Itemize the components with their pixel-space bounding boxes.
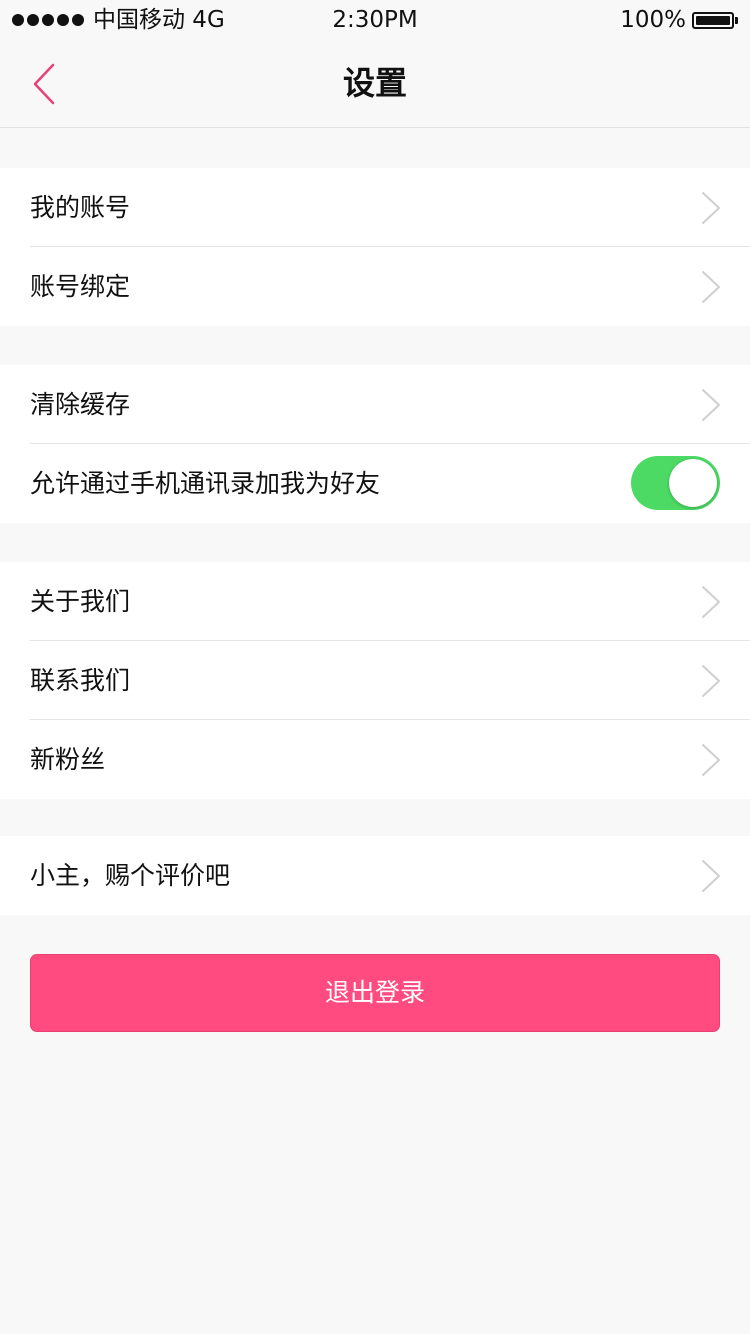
chevron-right-icon — [702, 389, 720, 421]
settings-group-rating: 小主，赐个评价吧 — [0, 836, 750, 915]
row-label: 清除缓存 — [30, 390, 131, 419]
settings-row-clear-cache[interactable]: 清除缓存 — [0, 365, 750, 444]
status-bar: 中国移动 4G 2:30PM 100% — [0, 0, 750, 40]
settings-row-about-us[interactable]: 关于我们 — [0, 562, 750, 641]
row-label: 允许通过手机通讯录加我为好友 — [30, 469, 381, 498]
back-button[interactable] — [18, 58, 70, 110]
settings-group-account: 我的账号 账号绑定 — [0, 168, 750, 326]
battery-fill — [696, 15, 730, 25]
row-label: 我的账号 — [30, 193, 131, 222]
settings-group-about: 关于我们 联系我们 新粉丝 — [0, 562, 750, 799]
page-title: 设置 — [342, 64, 407, 102]
status-right: 100% — [620, 5, 738, 35]
settings-row-rate-app[interactable]: 小主，赐个评价吧 — [0, 836, 750, 915]
settings-group-privacy: 清除缓存 允许通过手机通讯录加我为好友 — [0, 365, 750, 523]
row-label: 联系我们 — [30, 666, 131, 695]
row-label: 账号绑定 — [30, 272, 131, 301]
battery-percentage: 100% — [620, 7, 686, 33]
chevron-right-icon — [702, 860, 720, 892]
chevron-left-icon — [33, 63, 55, 105]
settings-row-contacts-friend: 允许通过手机通讯录加我为好友 — [0, 444, 750, 523]
row-label: 关于我们 — [30, 587, 131, 616]
logout-button[interactable]: 退出登录 — [30, 954, 720, 1032]
contacts-friend-toggle[interactable] — [631, 456, 720, 510]
settings-row-new-fans[interactable]: 新粉丝 — [0, 720, 750, 799]
settings-row-my-account[interactable]: 我的账号 — [0, 168, 750, 247]
toggle-knob — [669, 459, 717, 507]
battery-icon — [692, 11, 738, 29]
chevron-right-icon — [702, 271, 720, 303]
row-label: 新粉丝 — [30, 745, 106, 774]
settings-row-contact-us[interactable]: 联系我们 — [0, 641, 750, 720]
settings-row-account-binding[interactable]: 账号绑定 — [0, 247, 750, 326]
chevron-right-icon — [702, 665, 720, 697]
chevron-right-icon — [702, 586, 720, 618]
chevron-right-icon — [702, 744, 720, 776]
chevron-right-icon — [702, 192, 720, 224]
navigation-bar: 设置 — [0, 40, 750, 128]
row-label: 小主，赐个评价吧 — [30, 861, 231, 890]
